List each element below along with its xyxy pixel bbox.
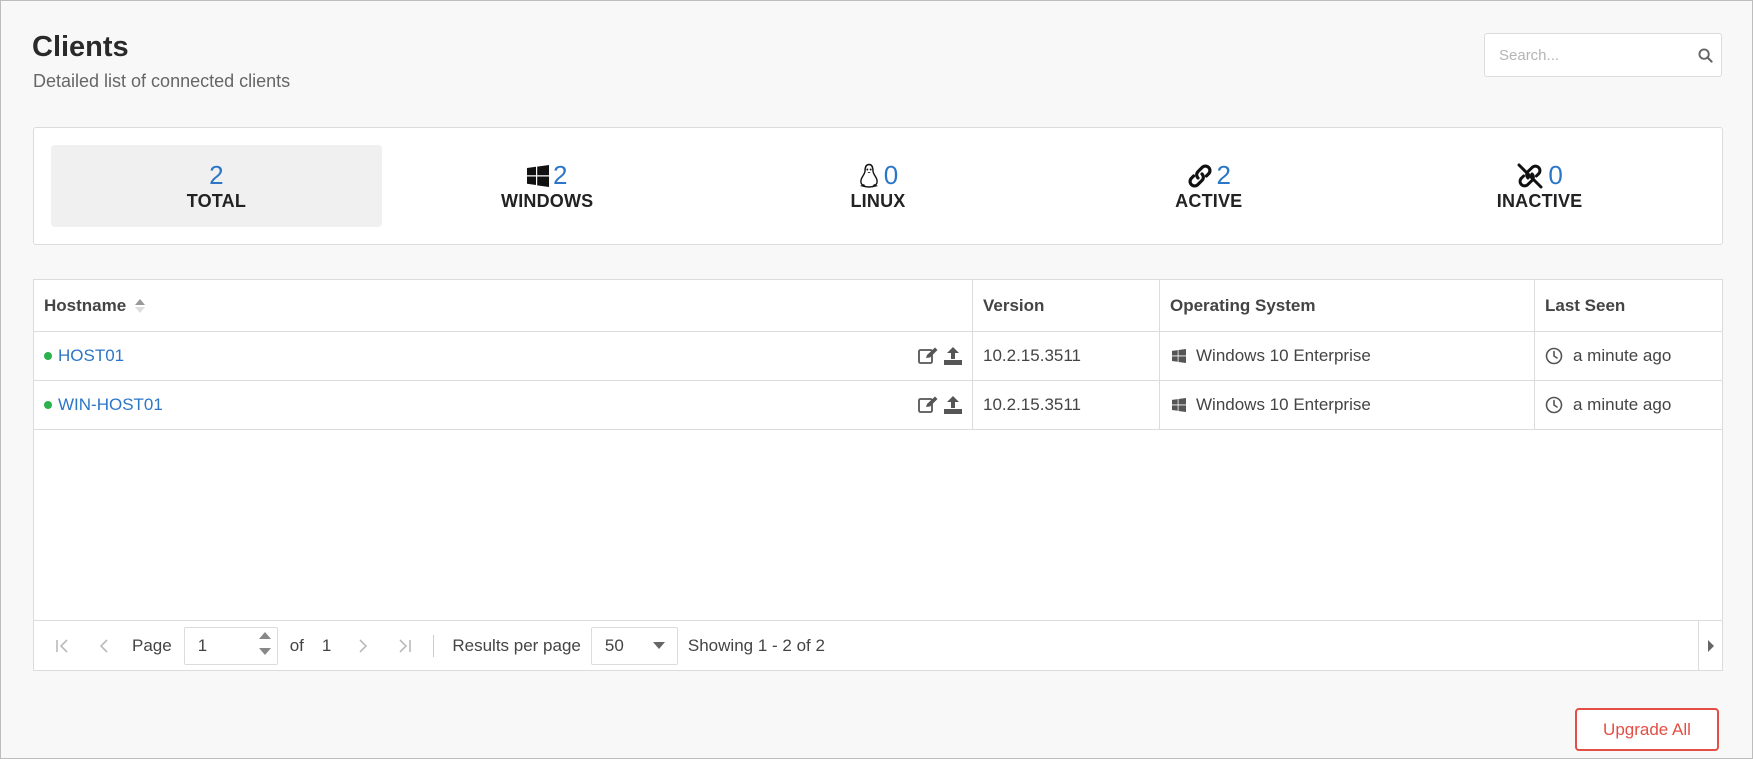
pager-divider bbox=[433, 634, 435, 657]
page-spinner[interactable] bbox=[258, 631, 271, 655]
page-number-value: 1 bbox=[197, 635, 208, 655]
column-last-seen[interactable]: Last Seen bbox=[1535, 280, 1722, 331]
unlink-icon bbox=[1516, 162, 1544, 190]
spinner-up-icon[interactable] bbox=[258, 631, 271, 639]
results-per-page-label: Results per page bbox=[452, 635, 581, 655]
page-title: Clients bbox=[32, 31, 129, 63]
stat-total-label: TOTAL bbox=[186, 190, 247, 211]
table-row[interactable]: WIN-HOST01 10.2.15.3511 Windows 10 Enter… bbox=[34, 381, 1722, 430]
search-box[interactable] bbox=[1484, 33, 1722, 77]
results-per-page-select[interactable]: 50 bbox=[590, 626, 678, 665]
stat-windows-value: 2 bbox=[552, 160, 568, 190]
stat-windows[interactable]: 2 WINDOWS bbox=[382, 145, 713, 227]
clock-icon bbox=[1545, 347, 1563, 365]
column-last-seen-label: Last Seen bbox=[1545, 295, 1626, 315]
column-hostname[interactable]: Hostname bbox=[34, 280, 973, 331]
os-cell: Windows 10 Enterprise bbox=[1160, 381, 1535, 429]
stat-inactive-value: 0 bbox=[1548, 160, 1563, 190]
grid-header: Hostname Version Operating System Last S… bbox=[34, 280, 1722, 332]
stats-panel: 2 TOTAL 2 WINDOWS 0 LINUX 2 ACTIVE 0 INA… bbox=[33, 127, 1723, 245]
link-icon bbox=[1187, 163, 1213, 189]
chevron-down-icon bbox=[652, 641, 665, 649]
last-seen-cell: a minute ago bbox=[1535, 381, 1722, 429]
clock-icon bbox=[1545, 396, 1563, 414]
stat-inactive-label: INACTIVE bbox=[1496, 190, 1583, 211]
stat-total[interactable]: 2 TOTAL bbox=[51, 145, 382, 227]
stat-active-label: ACTIVE bbox=[1175, 190, 1243, 211]
stat-linux[interactable]: 0 LINUX bbox=[713, 145, 1044, 227]
page-label: Page bbox=[132, 635, 172, 655]
last-seen-text: a minute ago bbox=[1573, 395, 1672, 414]
column-hostname-label: Hostname bbox=[44, 295, 127, 315]
hostname-link[interactable]: HOST01 bbox=[58, 346, 124, 366]
column-version-label: Version bbox=[983, 295, 1045, 315]
results-per-page-value: 50 bbox=[604, 635, 624, 655]
windows-icon bbox=[526, 164, 549, 187]
online-status-dot bbox=[44, 352, 52, 360]
edit-icon[interactable] bbox=[918, 396, 938, 414]
page-number-input[interactable]: 1 bbox=[183, 626, 278, 665]
upload-icon[interactable] bbox=[944, 347, 962, 365]
os-cell: Windows 10 Enterprise bbox=[1160, 332, 1535, 380]
column-version[interactable]: Version bbox=[973, 280, 1160, 331]
windows-icon bbox=[1172, 398, 1186, 412]
upgrade-all-button[interactable]: Upgrade All bbox=[1575, 708, 1719, 751]
first-page-icon[interactable] bbox=[52, 634, 76, 658]
of-label: of bbox=[289, 635, 304, 655]
os-name: Windows 10 Enterprise bbox=[1196, 346, 1371, 365]
hostname-link[interactable]: WIN-HOST01 bbox=[58, 395, 163, 415]
windows-icon bbox=[1172, 349, 1186, 363]
hostname-cell: WIN-HOST01 bbox=[34, 381, 973, 429]
upload-icon[interactable] bbox=[944, 396, 962, 414]
search-input[interactable] bbox=[1499, 46, 1698, 64]
clients-grid: Hostname Version Operating System Last S… bbox=[33, 279, 1723, 671]
stat-linux-label: LINUX bbox=[850, 190, 906, 211]
next-page-icon[interactable] bbox=[351, 634, 375, 658]
last-seen-text: a minute ago bbox=[1573, 346, 1672, 365]
previous-page-icon[interactable] bbox=[92, 634, 116, 658]
version-cell: 10.2.15.3511 bbox=[973, 381, 1160, 429]
page-subtitle: Detailed list of connected clients bbox=[33, 71, 291, 91]
sort-ascending-icon[interactable] bbox=[134, 297, 146, 315]
stat-windows-label: WINDOWS bbox=[501, 190, 594, 211]
table-row[interactable]: HOST01 10.2.15.3511 Windows 10 Enterpris… bbox=[34, 332, 1722, 381]
total-pages: 1 bbox=[321, 635, 332, 655]
os-name: Windows 10 Enterprise bbox=[1196, 395, 1371, 414]
hostname-cell: HOST01 bbox=[34, 332, 973, 380]
stat-linux-value: 0 bbox=[883, 160, 899, 190]
spinner-down-icon[interactable] bbox=[258, 647, 271, 655]
stat-total-value: 2 bbox=[209, 160, 224, 190]
showing-summary: Showing 1 - 2 of 2 bbox=[687, 635, 825, 655]
column-os[interactable]: Operating System bbox=[1160, 280, 1535, 331]
online-status-dot bbox=[44, 401, 52, 409]
stat-active-value: 2 bbox=[1216, 160, 1232, 190]
last-seen-cell: a minute ago bbox=[1535, 332, 1722, 380]
last-page-icon[interactable] bbox=[391, 634, 415, 658]
linux-icon bbox=[858, 163, 880, 189]
stat-active[interactable]: 2 ACTIVE bbox=[1043, 145, 1374, 227]
pager: Page 1 of 1 Results per page 50 Showing … bbox=[34, 620, 1722, 670]
scroll-right-icon[interactable] bbox=[1698, 621, 1722, 670]
stat-inactive[interactable]: 0 INACTIVE bbox=[1374, 145, 1705, 227]
edit-icon[interactable] bbox=[918, 347, 938, 365]
column-os-label: Operating System bbox=[1170, 295, 1316, 315]
version-cell: 10.2.15.3511 bbox=[973, 332, 1160, 380]
search-icon[interactable] bbox=[1698, 46, 1713, 64]
